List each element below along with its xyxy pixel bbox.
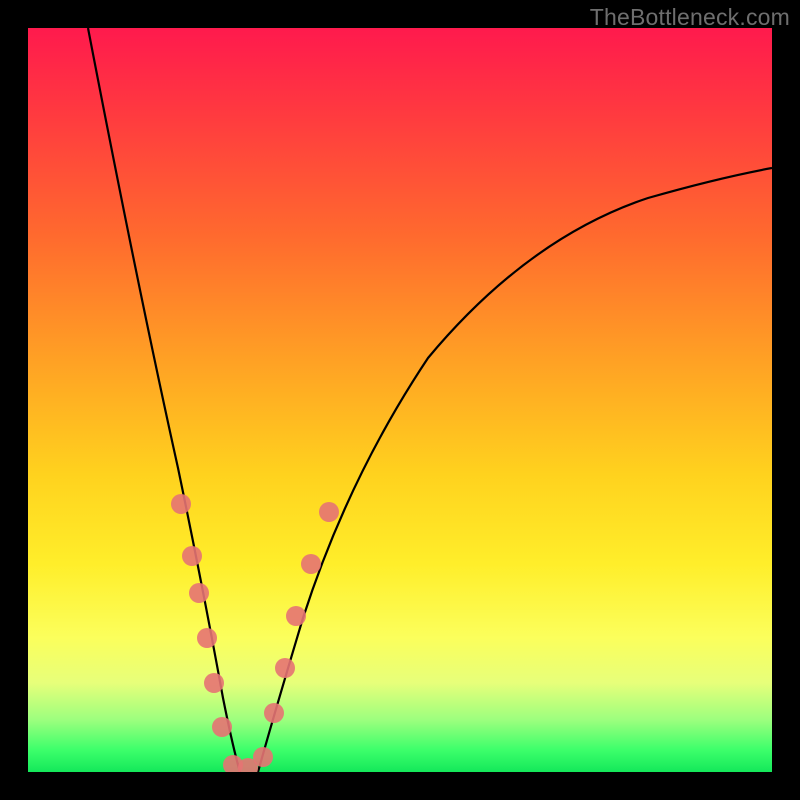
- watermark-text: TheBottleneck.com: [590, 4, 790, 31]
- data-point: [189, 583, 209, 603]
- bottleneck-curve-svg: [28, 28, 772, 772]
- curve-right-branch: [258, 168, 772, 772]
- data-point: [204, 673, 224, 693]
- data-point: [253, 747, 273, 767]
- data-point: [286, 606, 306, 626]
- data-point: [264, 703, 284, 723]
- data-point: [212, 717, 232, 737]
- data-point: [301, 554, 321, 574]
- data-point: [275, 658, 295, 678]
- data-point: [182, 546, 202, 566]
- curve-lines: [88, 28, 772, 772]
- data-point: [319, 502, 339, 522]
- data-point: [171, 494, 191, 514]
- data-points: [171, 494, 339, 772]
- chart-plot-area: [28, 28, 772, 772]
- curve-left-branch: [88, 28, 240, 772]
- data-point: [197, 628, 217, 648]
